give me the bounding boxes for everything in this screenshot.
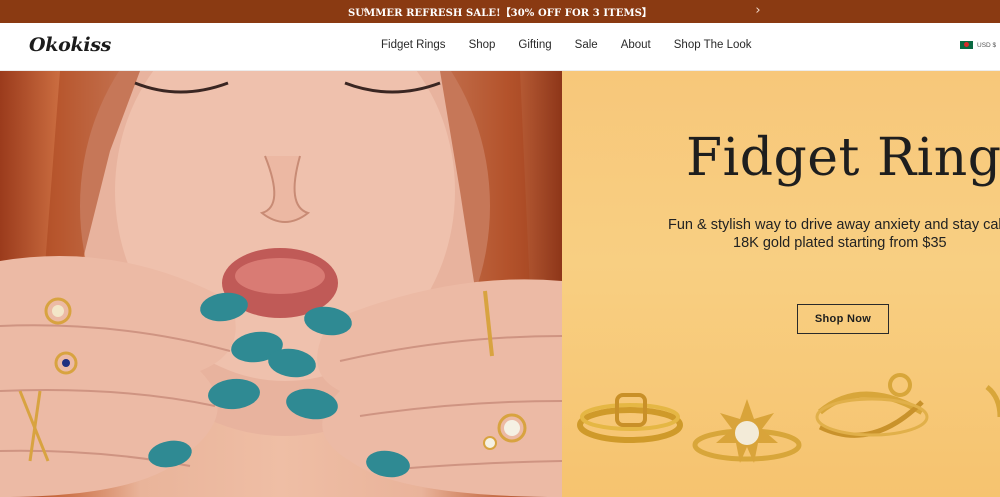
logo[interactable]: Okokiss — [29, 34, 111, 56]
hero-banner: Fidget Rings Fun & stylish way to drive … — [0, 71, 1000, 497]
shop-now-button[interactable]: Shop Now — [797, 304, 889, 334]
hero-model-photo — [0, 71, 562, 497]
site-header: Okokiss Fidget Rings Shop Gifting Sale A… — [0, 23, 1000, 71]
hero-subtitle-line2: 18K gold plated starting from $35 — [733, 235, 947, 251]
hero-panel: Fidget Rings Fun & stylish way to drive … — [562, 71, 1000, 497]
rings-product-image — [577, 373, 1000, 463]
chevron-left-icon[interactable]: ‹ — [357, 3, 373, 19]
nav-item-sale[interactable]: Sale — [575, 39, 598, 51]
nav-item-shop[interactable]: Shop — [469, 39, 496, 51]
announcement-text: SUMMER REFRESH SALE!【30% OFF FOR 3 ITEMS… — [347, 8, 653, 19]
currency-selector[interactable]: USD $ — [960, 41, 996, 49]
announcement-bar: ‹ SUMMER REFRESH SALE!【30% OFF FOR 3 ITE… — [0, 0, 1000, 23]
currency-code: USD $ — [977, 41, 997, 49]
nav-item-about[interactable]: About — [621, 39, 651, 51]
main-nav: Fidget Rings Shop Gifting Sale About Sho… — [381, 39, 752, 51]
bangladesh-flag-icon — [960, 41, 973, 49]
hero-subtitle-line1: Fun & stylish way to drive away anxiety … — [668, 217, 1000, 233]
nav-item-fidget-rings[interactable]: Fidget Rings — [381, 39, 446, 51]
nav-item-shop-the-look[interactable]: Shop The Look — [674, 39, 752, 51]
nav-item-gifting[interactable]: Gifting — [518, 39, 551, 51]
chevron-right-icon[interactable]: › — [750, 3, 766, 19]
hero-title: Fidget Rings — [686, 128, 1000, 188]
